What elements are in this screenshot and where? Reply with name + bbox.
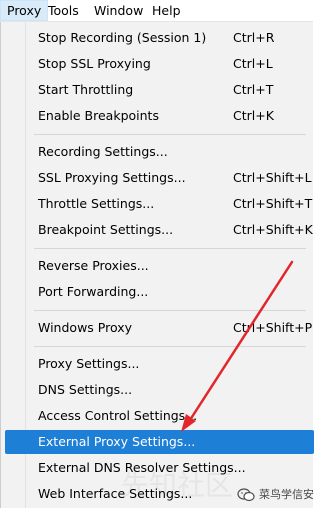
menu-item-stop-recording-session-1[interactable]: Stop Recording (Session 1) Ctrl+R — [5, 26, 314, 50]
menu-proxy[interactable]: Proxy — [0, 0, 49, 21]
menu-item-proxy-settings[interactable]: Proxy Settings... — [5, 352, 314, 376]
menu-item-label: Access Control Settings... — [38, 408, 198, 423]
menu-item-access-control-settings[interactable]: Access Control Settings... — [5, 404, 314, 428]
menu-item-label: Web Interface Settings... — [38, 486, 193, 501]
menu-window[interactable]: Window — [88, 0, 149, 21]
menu-item-label: Reverse Proxies... — [38, 258, 149, 273]
menu-item-label: Breakpoint Settings... — [38, 222, 174, 237]
menu-item-label: Enable Breakpoints — [38, 108, 159, 123]
menu-item-reverse-proxies[interactable]: Reverse Proxies... — [5, 254, 314, 278]
menu-item-external-dns-resolver-settings[interactable]: External DNS Resolver Settings... — [5, 456, 314, 480]
menu-tools[interactable]: Tools — [42, 0, 85, 21]
menu-separator — [34, 134, 306, 135]
menu-item-label: Stop SSL Proxying — [38, 56, 151, 71]
menu-item-shortcut: Ctrl+T — [233, 82, 274, 97]
menu-item-label: Windows Proxy — [38, 320, 133, 335]
menu-item-label: Recording Settings... — [38, 144, 168, 159]
menu-item-label: DNS Settings... — [38, 382, 133, 397]
menu-item-label: Throttle Settings... — [38, 196, 155, 211]
menu-item-start-throttling[interactable]: Start Throttling Ctrl+T — [5, 78, 314, 102]
menu-item-label: Proxy Settings... — [38, 356, 140, 371]
proxy-dropdown-menu: 先知社区 Stop Recording (Session 1) Ctrl+R Sto… — [0, 22, 314, 508]
menu-item-shortcut: Ctrl+Shift+P — [233, 320, 313, 335]
menu-bar: Proxy Tools Window Help — [0, 0, 313, 22]
menu-item-label: Stop Recording (Session 1) — [38, 30, 207, 45]
menu-item-external-proxy-settings[interactable]: External Proxy Settings... — [5, 430, 314, 454]
menu-item-shortcut: Ctrl+L — [233, 56, 273, 71]
menu-help[interactable]: Help — [146, 0, 187, 21]
menu-item-label: External DNS Resolver Settings... — [38, 460, 246, 475]
menu-separator — [34, 310, 306, 311]
menu-item-label: External Proxy Settings... — [38, 434, 196, 449]
menu-item-shortcut: Ctrl+Shift+K — [233, 222, 313, 237]
watermark-text: 菜鸟学信安 — [259, 488, 314, 501]
menu-item-dns-settings[interactable]: DNS Settings... — [5, 378, 314, 402]
menu-separator — [34, 248, 306, 249]
menu-item-shortcut: Ctrl+Shift+T — [233, 196, 313, 211]
menu-item-label: Start Throttling — [38, 82, 134, 97]
menu-item-shortcut: Ctrl+Shift+L — [233, 170, 312, 185]
menu-item-throttle-settings[interactable]: Throttle Settings... Ctrl+Shift+T — [5, 192, 314, 216]
menu-item-stop-ssl-proxying[interactable]: Stop SSL Proxying Ctrl+L — [5, 52, 314, 76]
menu-item-ssl-proxying-settings[interactable]: SSL Proxying Settings... Ctrl+Shift+L — [5, 166, 314, 190]
menu-item-label: Port Forwarding... — [38, 284, 149, 299]
menu-item-windows-proxy[interactable]: Windows Proxy Ctrl+Shift+P — [5, 316, 314, 340]
menu-item-label: SSL Proxying Settings... — [38, 170, 186, 185]
menu-item-shortcut: Ctrl+K — [233, 108, 274, 123]
menu-item-port-forwarding[interactable]: Port Forwarding... — [5, 280, 314, 304]
watermark: 菜鸟学信安 — [237, 486, 314, 502]
menu-item-shortcut: Ctrl+R — [233, 30, 275, 45]
wechat-icon — [237, 488, 255, 502]
menu-item-enable-breakpoints[interactable]: Enable Breakpoints Ctrl+K — [5, 104, 314, 128]
menu-item-breakpoint-settings[interactable]: Breakpoint Settings... Ctrl+Shift+K — [5, 218, 314, 242]
menu-separator — [34, 346, 306, 347]
menu-item-recording-settings[interactable]: Recording Settings... — [5, 140, 314, 164]
